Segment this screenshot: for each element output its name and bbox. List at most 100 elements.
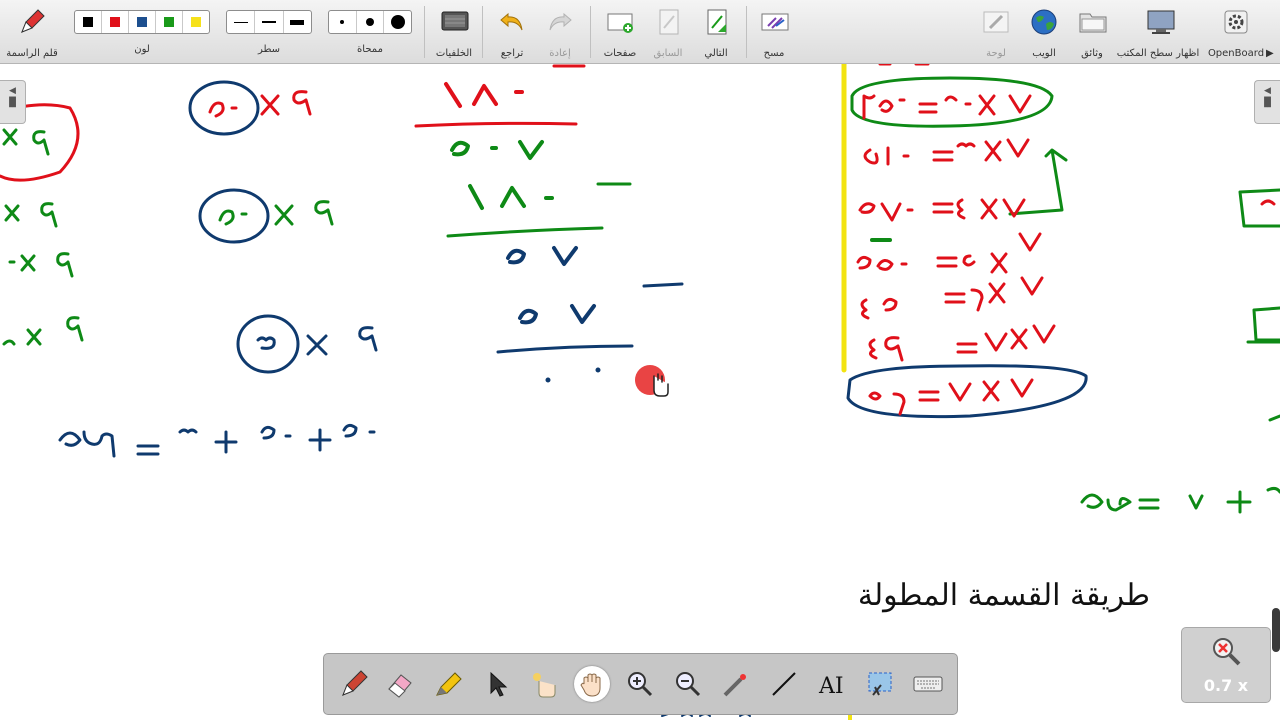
capture-icon [723, 674, 746, 697]
pointer-icon [490, 671, 508, 697]
ink-stroke [308, 428, 332, 452]
ink-stroke [545, 377, 551, 383]
color-label: لون [134, 44, 150, 55]
desktop-icon [1147, 10, 1175, 34]
line-label: سطر [257, 44, 281, 55]
zoom-out-tool[interactable] [668, 664, 708, 704]
whiteboard-canvas[interactable] [0, 64, 1280, 720]
line-medium[interactable] [255, 11, 284, 33]
previous-page-icon [659, 9, 679, 35]
interact-tool[interactable] [524, 664, 564, 704]
left-pages-panel-tab[interactable]: ◀ ▐▌ [0, 80, 26, 124]
ink-stroke [260, 94, 280, 116]
ink-stroke [4, 202, 58, 228]
backgrounds-icon [441, 11, 469, 31]
ink-stroke [1268, 414, 1280, 422]
clear-page-button[interactable]: مسح [752, 4, 796, 62]
redo-button[interactable]: إعادة [538, 4, 582, 62]
ink-stroke [496, 344, 634, 354]
eraser-large[interactable] [384, 11, 411, 33]
folder-icon [1079, 13, 1107, 33]
color-yellow[interactable] [183, 11, 209, 33]
ink-stroke [858, 198, 1026, 222]
openboard-label: OpenBoard [1207, 48, 1265, 59]
scrollbar-handle[interactable] [1272, 608, 1280, 652]
line-tool[interactable] [764, 664, 804, 704]
ink-stroke [1246, 306, 1280, 344]
ink-stroke [292, 90, 312, 116]
line-width-picker [226, 10, 312, 34]
ink-stroke [214, 430, 238, 454]
capture-tool[interactable] [860, 664, 900, 704]
keyboard-tool[interactable] [908, 664, 948, 704]
show-desktop-button[interactable]: اظهار سطح المكتب [1117, 4, 1199, 62]
backgrounds-label: الخلفيات [435, 48, 473, 59]
gear-icon [1224, 10, 1248, 34]
ink-stroke [1260, 199, 1276, 206]
redo-label: إعادة [549, 48, 571, 59]
ink-stroke [444, 82, 524, 108]
ink-stroke [178, 428, 198, 434]
ink-stroke [260, 425, 292, 440]
board-text-title[interactable]: طريقة القسمة المطولة [820, 578, 1150, 613]
ink-stroke [136, 444, 160, 456]
ink-stroke [468, 184, 554, 210]
color-group: لون [72, 0, 212, 64]
line-thin[interactable] [227, 11, 256, 33]
pen-label: قلم الراسمة [6, 48, 58, 59]
stylus-pen-button[interactable]: قلم الراسمة [6, 4, 58, 62]
hand-tool[interactable] [574, 666, 610, 702]
ink-stroke [595, 367, 601, 373]
next-page-icon [707, 9, 727, 35]
pen-tool[interactable] [334, 664, 374, 704]
ink-stroke [58, 430, 116, 458]
ink-stroke [868, 378, 1034, 416]
ink-stroke [236, 314, 300, 374]
eraser-small[interactable] [329, 11, 357, 33]
keyboard-icon [913, 676, 943, 692]
eraser-tool[interactable] [380, 664, 420, 704]
select-tool[interactable] [476, 664, 516, 704]
next-page-button[interactable]: التالي [694, 4, 738, 62]
ink-stroke [8, 252, 74, 278]
ink-stroke [414, 121, 578, 128]
clear-label: مسح [763, 48, 785, 59]
line-thick[interactable] [284, 11, 311, 33]
ink-stroke [1238, 188, 1280, 228]
ink-stroke [2, 316, 84, 346]
color-blue[interactable] [129, 11, 156, 33]
ink-stroke [2, 128, 50, 156]
right-library-panel-tab[interactable]: ◀ ▐▌ [1254, 80, 1280, 124]
highlighter-icon [436, 672, 462, 696]
zoom-out-icon [676, 672, 701, 697]
svg-text:AI: AI [818, 674, 844, 699]
laser-pointer-tool[interactable] [716, 664, 756, 704]
text-tool[interactable]: AI [812, 664, 852, 704]
redo-icon [549, 12, 572, 31]
show-desktop-label: اظهار سطح المكتب [1116, 48, 1200, 59]
openboard-menu-button[interactable]: OpenBoard [1208, 4, 1264, 62]
zoom-in-tool[interactable] [620, 664, 660, 704]
eraser-icon [388, 674, 412, 698]
eraser-medium[interactable] [357, 11, 385, 33]
ink-stroke [642, 282, 684, 288]
clear-icon [761, 13, 789, 31]
globe-icon [1031, 9, 1057, 35]
ink-stroke [863, 138, 1030, 166]
ink-stroke [256, 336, 276, 350]
zoom-reset-widget[interactable]: 0.7 x [1181, 627, 1271, 703]
color-black[interactable] [75, 11, 102, 33]
undo-icon [500, 12, 523, 31]
color-green[interactable] [156, 11, 183, 33]
main-toolbar: قلم الراسمة لون سطر ممحاة الخلفيات تراجع… [0, 0, 1280, 64]
pen-icon [342, 670, 368, 696]
backgrounds-button[interactable]: الخلفيات [432, 4, 476, 62]
highlighter-tool[interactable] [428, 664, 468, 704]
ink-stroke [208, 101, 238, 118]
ink-stroke [306, 326, 378, 356]
color-red[interactable] [102, 11, 129, 33]
toolbar-overflow-icon[interactable]: ▶ [1266, 48, 1274, 59]
ink-stroke [868, 324, 1056, 362]
line-icon [772, 672, 796, 696]
pen-icon [21, 9, 45, 33]
